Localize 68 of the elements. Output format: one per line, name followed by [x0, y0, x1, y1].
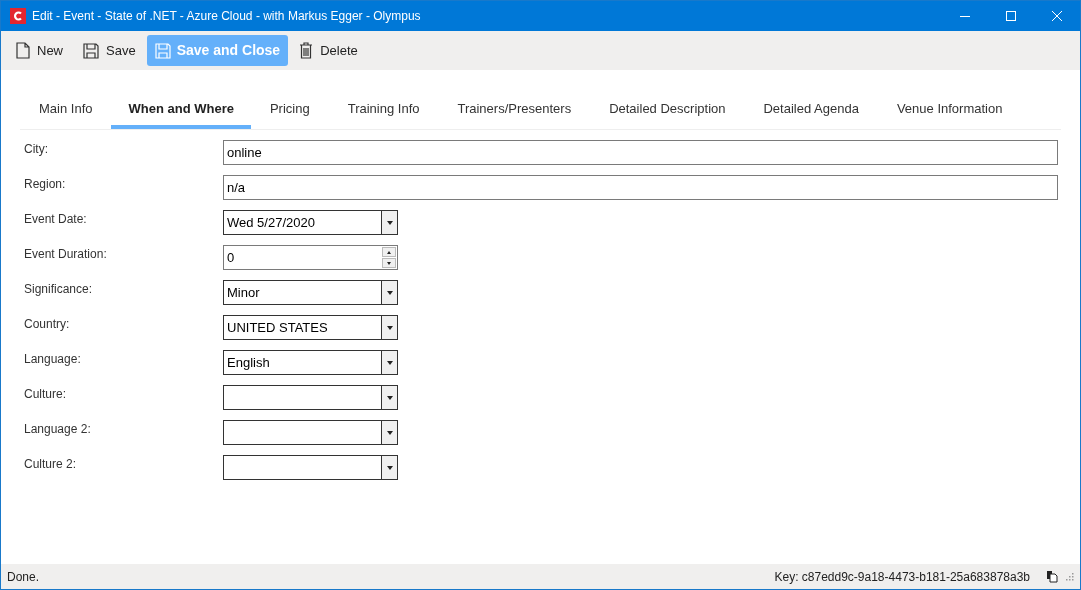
field-value: online	[226, 143, 263, 162]
dropdown-field[interactable]	[223, 455, 398, 480]
app-logo-icon	[10, 8, 26, 24]
spin-down-button[interactable]	[382, 258, 396, 268]
dropdown-field[interactable]: Wed 5/27/2020	[223, 210, 398, 235]
caret-icon	[386, 430, 393, 435]
window-title: Edit - Event - State of .NET - Azure Cloud - with Markus Egger - Olympus	[32, 8, 421, 25]
close-icon	[1052, 11, 1062, 21]
tab[interactable]: Trainers/Presenters	[438, 89, 591, 129]
toolbar-button[interactable]: Save	[74, 35, 145, 66]
document-icon	[16, 42, 30, 59]
field-label: Event Date:	[23, 211, 88, 228]
field-value: 0	[226, 248, 236, 267]
field-label: Language:	[23, 351, 82, 368]
copy-button[interactable]	[1044, 568, 1060, 585]
tab[interactable]: Main Info	[20, 89, 112, 129]
minimize-icon	[960, 15, 970, 17]
field-value: UNITED STATES	[226, 318, 329, 337]
down-arrow-icon	[387, 261, 391, 265]
caret-icon	[386, 465, 393, 470]
caret-icon	[386, 325, 393, 330]
dropdown-button[interactable]	[381, 281, 397, 304]
text-field[interactable]: online	[223, 140, 1058, 165]
tab[interactable]: Detailed Agenda	[744, 89, 878, 129]
dropdown-button[interactable]	[381, 386, 397, 409]
field-value: Wed 5/27/2020	[226, 213, 316, 232]
field-label: Significance:	[23, 281, 94, 298]
caret-icon	[386, 290, 393, 295]
dropdown-field[interactable]: English	[223, 350, 398, 375]
field-label: Culture:	[23, 386, 68, 403]
dropdown-button[interactable]	[381, 211, 397, 234]
field-label: Event Duration:	[23, 246, 108, 263]
status-message: Done.	[7, 568, 40, 586]
tab[interactable]: Detailed Description	[590, 89, 745, 129]
dropdown-field[interactable]	[223, 420, 398, 445]
field-label: Language 2:	[23, 421, 92, 438]
spin-up-button[interactable]	[382, 247, 396, 257]
copy-icon	[1046, 570, 1058, 583]
dropdown-field[interactable]: Minor	[223, 280, 398, 305]
field-label: City:	[23, 141, 49, 158]
toolbar-button[interactable]: New	[7, 35, 72, 66]
dropdown-button[interactable]	[381, 456, 397, 479]
resize-grip-icon	[1066, 572, 1074, 581]
up-arrow-icon	[387, 250, 391, 254]
record-key: Key: c87edd9c-9a18-4473-b181-25a683878a3b	[774, 567, 1030, 586]
tab[interactable]: Pricing	[250, 89, 329, 129]
dropdown-button[interactable]	[381, 316, 397, 339]
toolbar-button[interactable]: Delete	[290, 35, 367, 66]
tab[interactable]: When and Where	[111, 89, 251, 129]
tab[interactable]: Venue Information	[877, 89, 1022, 129]
number-field[interactable]: 0	[223, 245, 398, 270]
field-value: n/a	[226, 178, 247, 197]
caret-icon	[386, 220, 393, 225]
dropdown-field[interactable]: UNITED STATES	[223, 315, 398, 340]
caret-icon	[386, 360, 393, 365]
field-label: Culture 2:	[23, 456, 78, 473]
dropdown-field[interactable]	[223, 385, 398, 410]
field-value: English	[226, 353, 271, 372]
dropdown-button[interactable]	[381, 421, 397, 444]
tab[interactable]: Training Info	[328, 89, 439, 129]
dropdown-button[interactable]	[381, 351, 397, 374]
caret-icon	[386, 395, 393, 400]
maximize-icon	[1006, 11, 1016, 21]
trash-icon	[299, 42, 314, 59]
text-field[interactable]: n/a	[223, 175, 1058, 200]
field-label: Region:	[23, 176, 67, 193]
field-label: Country:	[23, 316, 71, 333]
field-value: Minor	[226, 283, 261, 302]
